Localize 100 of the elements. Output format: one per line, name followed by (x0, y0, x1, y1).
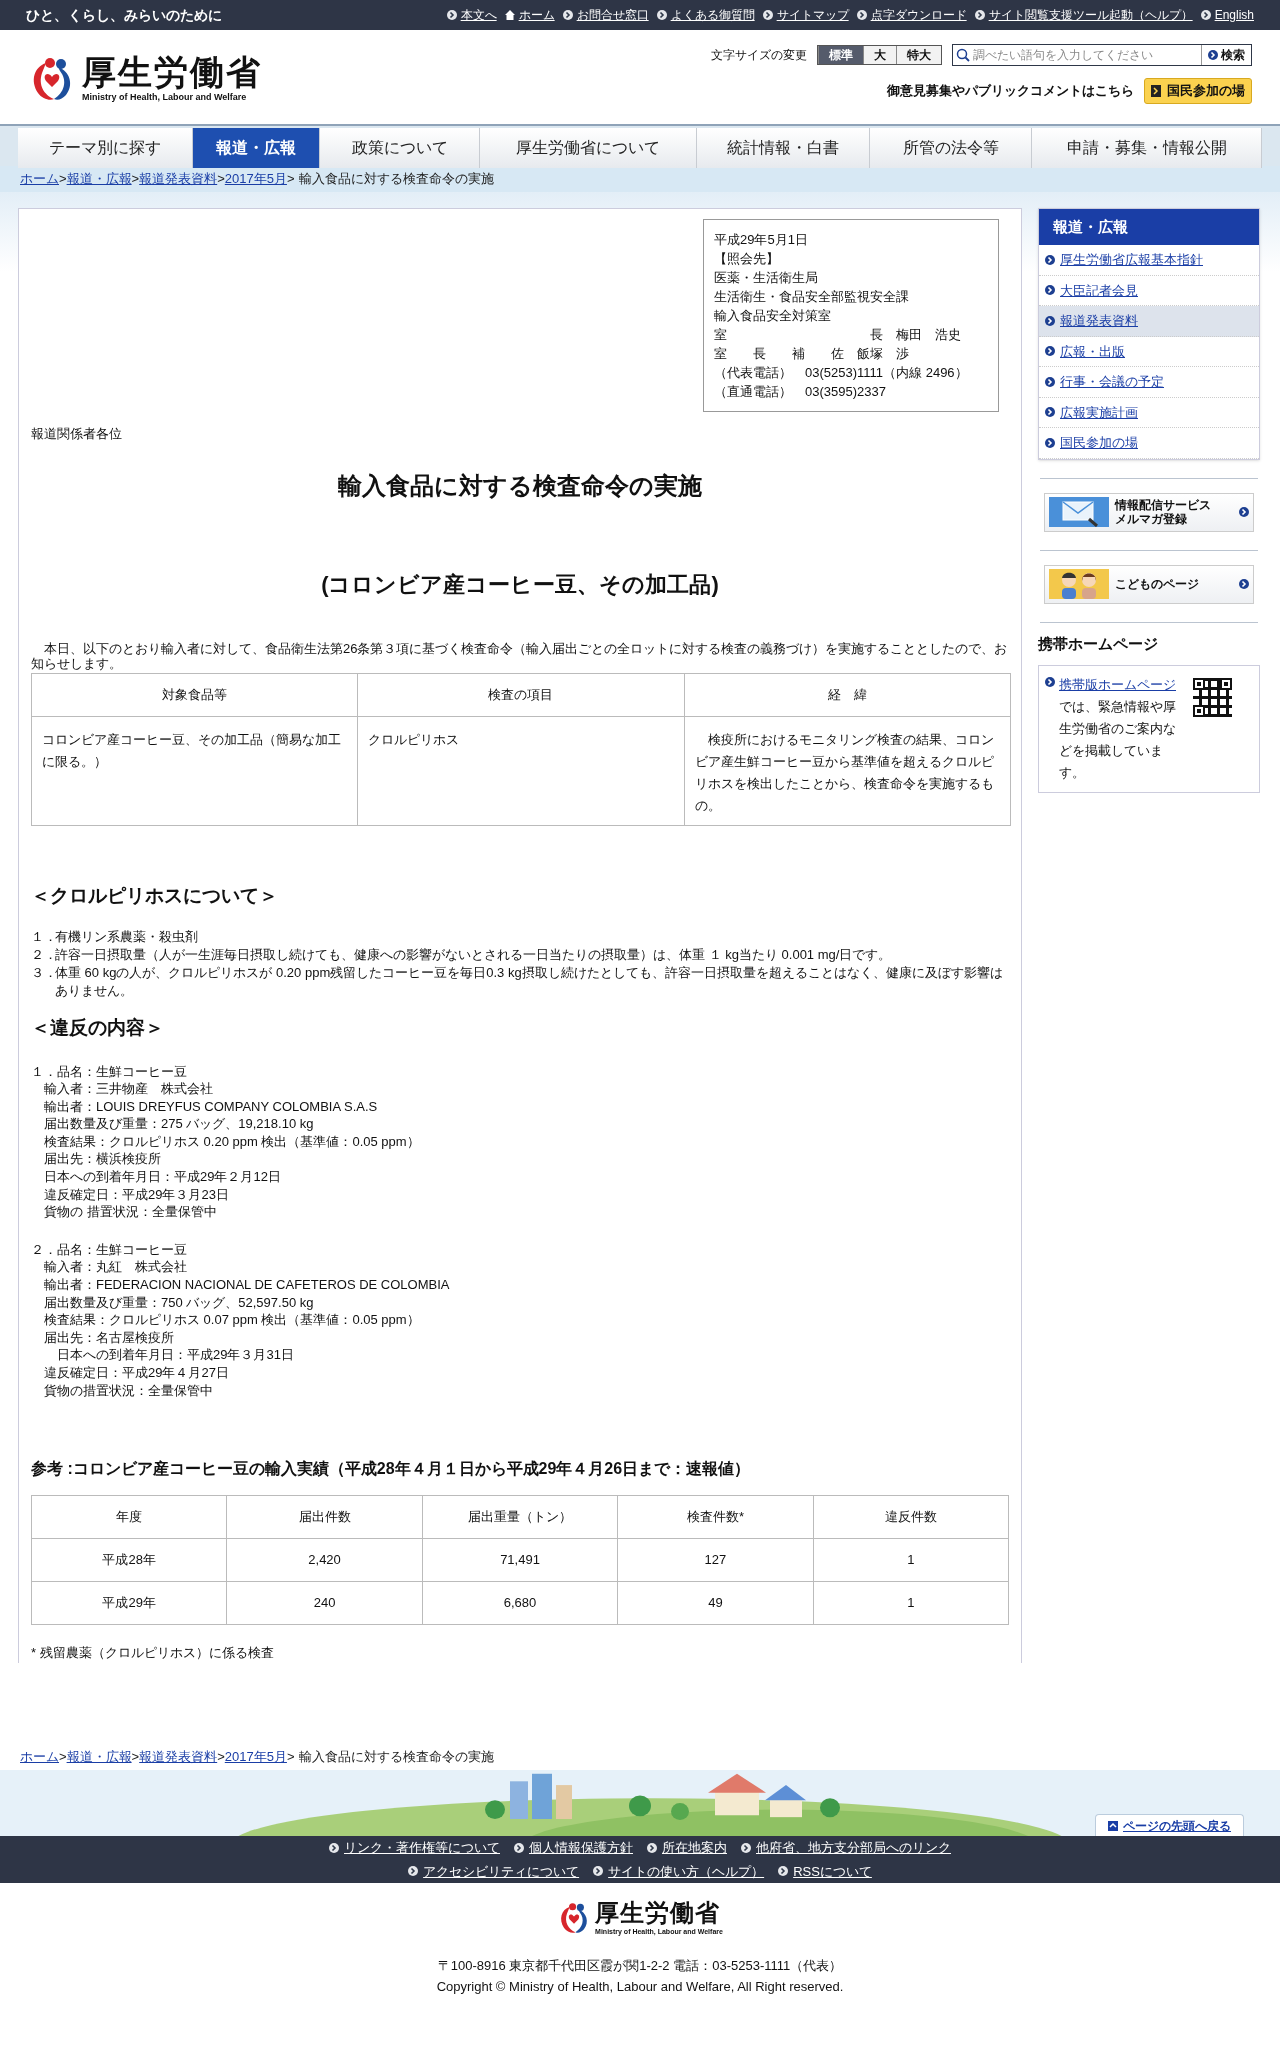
sidebar-item[interactable]: 広報実施計画 (1039, 397, 1259, 428)
utility-link[interactable]: サイトマップ (776, 6, 849, 24)
breadcrumb-link[interactable]: 2017年5月 (224, 1746, 287, 1767)
arrow-bullet-icon (1239, 507, 1249, 517)
utility-link[interactable]: ホーム (518, 6, 555, 24)
tagline: ひと、くらし、みらいのために (26, 5, 222, 25)
table-cell: 2,420 (226, 1538, 423, 1582)
sidebar-heading: 報道・広報 (1039, 209, 1259, 245)
nav-tab[interactable]: 統計情報・白書 (697, 128, 870, 168)
copyright: Copyright © Ministry of Health, Labour and Welfare, All Right reserved. (435, 1978, 845, 1997)
nav-tab[interactable]: 厚生労働省について (480, 128, 697, 168)
nav-tab[interactable]: 政策について (320, 128, 480, 168)
breadcrumb-link[interactable]: 報道・広報 (66, 1746, 132, 1767)
arrow-bullet-icon (741, 1842, 751, 1853)
breadcrumb-separator: > (286, 170, 295, 189)
arrow-bullet-icon (1045, 437, 1055, 448)
violation-line: 輸入者：丸紅 株式会社 (43, 1258, 188, 1277)
table-cell: 6,680 (422, 1581, 618, 1625)
utility-link[interactable]: よくある御質問 (670, 6, 755, 24)
utility-link[interactable]: 本文へ (460, 6, 497, 24)
contact-line: 室 長 梅田 浩史 (714, 326, 962, 344)
banner-link[interactable]: こどものページ (1044, 564, 1254, 604)
arrow-bullet-icon (762, 10, 773, 20)
sidebar-item[interactable]: 大臣記者会見 (1039, 275, 1259, 306)
footer-link[interactable]: 個人情報保護方針 (529, 1838, 633, 1858)
breadcrumb-link[interactable]: 2017年5月 (224, 169, 287, 189)
envelope-icon (1049, 497, 1109, 527)
footer-link[interactable]: アクセシビリティについて (423, 1861, 580, 1882)
banner-link[interactable]: 情報配信サービス メルマガ登録 (1044, 492, 1254, 532)
violation-line: 貨物の措置状況：全量保管中 (43, 1381, 214, 1400)
page-title: 輸入食品に対する検査命令の実施 (337, 470, 703, 501)
font-size-button[interactable]: 特大 (896, 46, 941, 64)
section-heading: ＜違反の内容＞ (31, 1016, 165, 1040)
sidebar-item[interactable]: 広報・出版 (1039, 336, 1259, 367)
violation-line: 違反確定日：平成29年４月27日 (43, 1364, 230, 1382)
arrow-bullet-icon (974, 10, 985, 20)
table-cell: 平成28年 (31, 1538, 227, 1582)
nav-tab[interactable]: 申請・募集・情報公開 (1032, 128, 1262, 168)
contact-line: 室 長 補 佐 飯塚 渉 (714, 345, 910, 363)
breadcrumb-separator: > (286, 1747, 295, 1766)
utility-link[interactable]: サイト閲覧支援ツール起動（ヘルプ） (988, 6, 1193, 24)
arrow-bullet-icon (562, 10, 573, 20)
violation-line: 違反確定日：平成29年３月23日 (43, 1185, 230, 1204)
intro-text: 本日、以下のとおり輸入者に対して、食品衛生法第26条第３項に基づく検査命令（輸入届出ごとの全ロットに対する検査の義務づけ）を実施することとしたので、お知らせします。 (31, 640, 1009, 671)
violation-line: 輸出者：LOUIS DREYFUS COMPANY COLOMBIA S.A.S (43, 1097, 379, 1116)
table-header-cell: 違反件数 (813, 1495, 1009, 1539)
sidebar-item[interactable]: 行事・会議の予定 (1039, 367, 1259, 398)
breadcrumb-separator: > (217, 170, 225, 189)
footer-link[interactable]: サイトの使い方（ヘルプ） (608, 1861, 765, 1882)
arrow-bullet-icon (408, 1866, 419, 1877)
font-size-button[interactable]: 標準 (818, 46, 863, 64)
addressee: 報道関係者各位 (31, 425, 123, 443)
contact-line: 生活衛生・食品安全部監視安全課 (714, 288, 910, 306)
breadcrumb-link[interactable]: ホーム (20, 169, 59, 189)
arrow-bullet-icon (514, 1842, 524, 1853)
breadcrumb-separator: > (59, 1747, 67, 1766)
footer-link[interactable]: 所在地案内 (662, 1838, 727, 1858)
list-text: 体重 60 kgの人が、クロルピリホスが 0.20 ppm残留したコーヒー豆を毎日0.3 kg摂取し続けたとしても、許容一日摂取量を超えることはなく、健康に及ぼす影響はありません。 (55, 964, 1004, 1000)
violation-line: 届出先：名古屋検疫所 (43, 1328, 175, 1347)
comment-text: 御意見募集やパブリックコメントはこちら (887, 82, 1134, 101)
logo-title: 厚生労働省 (82, 53, 262, 92)
nav-tab[interactable]: 所管の法令等 (870, 128, 1032, 168)
arrow-bullet-icon (856, 10, 867, 20)
table-cell: 1 (813, 1538, 1009, 1582)
logo-subtitle: Ministry of Health, Labour and Welfare (82, 91, 248, 105)
arrow-bullet-icon (656, 10, 667, 20)
table-header-cell: 年度 (31, 1495, 227, 1539)
sidebar-item[interactable]: 厚生労働省広報基本指針 (1039, 245, 1259, 276)
breadcrumb-link[interactable]: ホーム (20, 1746, 59, 1767)
contact-line: 輸入食品安全対策室 (714, 307, 832, 325)
arrow-bullet-icon (1045, 254, 1055, 265)
table-header-cell: 検査の項目 (357, 673, 685, 716)
utility-link[interactable]: お問合せ窓口 (576, 6, 649, 24)
violation-line: 日本への到着年月日：平成29年２月12日 (43, 1168, 282, 1186)
footer-address: 〒100-8916 東京都千代田区霞が関1-2-2 電話：03-5253-1111（代表） (436, 1956, 844, 1975)
nav-tab[interactable]: テーマ別に探す (18, 128, 193, 168)
mobile-link[interactable]: 携帯版ホームページ (1059, 677, 1176, 692)
breadcrumb-link[interactable]: 報道発表資料 (139, 1746, 218, 1767)
footer-link[interactable]: RSSについて (793, 1861, 872, 1882)
page-top-link[interactable]: ページの先頭へ戻る (1095, 1814, 1244, 1837)
violation-line: １．品名：生鮮コーヒー豆 (31, 1062, 188, 1081)
violation-line: ２．品名：生鮮コーヒー豆 (31, 1240, 188, 1259)
participation-button[interactable]: 国民参加の場 (1144, 78, 1252, 104)
breadcrumb-link[interactable]: 報道・広報 (66, 169, 132, 189)
sidebar-item[interactable]: 報道発表資料 (1039, 306, 1259, 337)
arrow-icon (1151, 85, 1161, 97)
font-size-label: 文字サイズの変更 (711, 47, 807, 64)
font-size-button[interactable]: 大 (863, 46, 896, 64)
utility-link[interactable]: English (1214, 6, 1254, 24)
nav-tab[interactable]: 報道・広報 (193, 128, 320, 168)
utility-link[interactable]: 点字ダウンロード (870, 6, 967, 24)
sidebar-item[interactable]: 国民参加の場 (1039, 428, 1259, 459)
breadcrumb-current: 輸入食品に対する検査命令の実施 (298, 170, 494, 189)
violation-line: 輸出者：FEDERACION NACIONAL DE CAFETEROS DE COLOMBIA (43, 1276, 451, 1294)
breadcrumb-link[interactable]: 報道発表資料 (139, 169, 218, 189)
arrow-bullet-icon (446, 10, 457, 20)
footer-link[interactable]: リンク・著作権等について (344, 1838, 500, 1858)
section-heading: ＜クロルピリホスについて＞ (31, 883, 279, 908)
footer-link[interactable]: 他府省、地方支分部局へのリンク (756, 1838, 951, 1858)
table-header-cell: 対象食品等 (31, 673, 358, 716)
